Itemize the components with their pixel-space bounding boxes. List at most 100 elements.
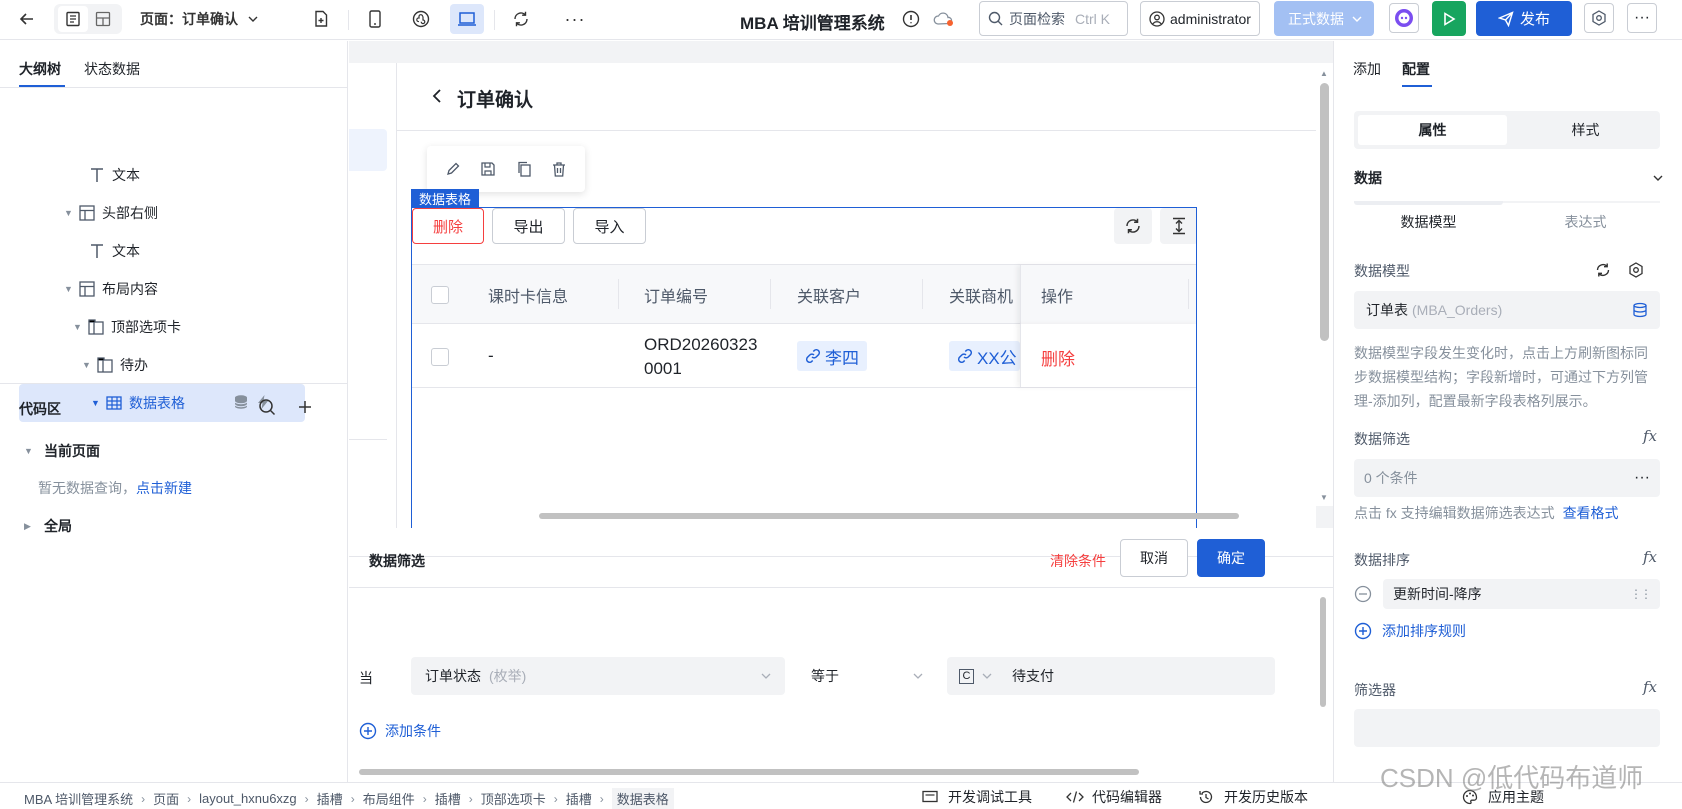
add-icon[interactable] (296, 398, 314, 416)
subtab-data-model[interactable]: 数据模型 (1354, 212, 1503, 232)
tree-item[interactable]: 文本 (88, 232, 140, 270)
user-menu[interactable]: administrator (1140, 1, 1260, 36)
delete-button[interactable]: 删除 (412, 208, 484, 244)
customer-link[interactable]: 李四 (797, 341, 867, 371)
filter-scrollbar[interactable] (1320, 597, 1326, 707)
column-header[interactable]: 关联客户 (797, 265, 861, 325)
fx-icon[interactable]: fx (1643, 678, 1657, 696)
settings-icon[interactable] (1584, 3, 1614, 33)
data-model-select[interactable]: 订单表 (MBA_Orders) (1354, 291, 1660, 329)
global-group[interactable]: ▶ 全局 (24, 516, 72, 536)
breadcrumb-item[interactable]: 页面 (153, 789, 179, 808)
export-button[interactable]: 导出 (492, 208, 565, 244)
tree-item[interactable]: ▼ 待办 (82, 346, 148, 384)
settings-icon[interactable] (1628, 262, 1644, 278)
delete-icon[interactable] (551, 161, 567, 177)
field-select[interactable]: 订单状态 (枚举) (411, 657, 785, 695)
current-page-group[interactable]: ▼ 当前页面 (24, 441, 100, 461)
code-editor-tool[interactable]: 代码编辑器 (1066, 787, 1162, 807)
tree-item[interactable]: ▼ 布局内容 (64, 270, 158, 308)
table-refresh-icon[interactable] (1114, 208, 1152, 244)
selector-input[interactable] (1354, 709, 1660, 747)
edit-icon[interactable] (445, 161, 461, 177)
breadcrumb-item[interactable]: 布局组件 (363, 789, 415, 808)
tab-state-data[interactable]: 状态数据 (84, 59, 140, 79)
breadcrumb-item[interactable]: 顶部选项卡 (481, 789, 546, 808)
data-filter-select[interactable]: 0 个条件 ··· (1354, 459, 1660, 497)
back-icon[interactable] (12, 4, 42, 34)
info-icon[interactable] (898, 4, 924, 34)
more-menu-icon[interactable]: ··· (1627, 3, 1657, 33)
breadcrumb-item[interactable]: 插槽 (566, 789, 592, 808)
operator-select[interactable]: 等于 (797, 657, 937, 695)
app-theme-tool[interactable]: 应用主题 (1462, 787, 1544, 807)
tab-config[interactable]: 配置 (1402, 59, 1430, 79)
tree-item[interactable]: ▼ 数据表格 (91, 384, 185, 422)
seg-style[interactable]: 样式 (1511, 115, 1660, 145)
row-delete-link[interactable]: 删除 (1041, 345, 1075, 370)
copy-icon[interactable] (516, 161, 532, 177)
publish-button[interactable]: 发布 (1476, 1, 1572, 36)
fx-icon[interactable]: fx (1643, 427, 1657, 445)
import-button[interactable]: 导入 (573, 208, 646, 244)
tree-item[interactable]: ▼ 顶部选项卡 (73, 308, 181, 346)
column-header[interactable]: 关联商机 (949, 265, 1013, 325)
mobile-view-icon[interactable] (360, 4, 390, 34)
data-table-component[interactable]: 删除 导出 导入 课时卡信息 订单编号 关联客户 关联商机 操作 - ORD20… (411, 207, 1197, 528)
breadcrumb-item[interactable]: layout_hxnu6xzg (199, 791, 297, 806)
opportunity-link[interactable]: XX公 (949, 341, 1020, 371)
dev-debug-tool[interactable]: 开发调试工具 (922, 787, 1032, 807)
sort-rule-item[interactable]: 更新时间-降序 ⋮⋮ (1383, 579, 1660, 609)
tree-item[interactable]: 文本 (88, 156, 140, 194)
seg-properties[interactable]: 属性 (1358, 115, 1507, 145)
create-query-link[interactable]: 点击新建 (136, 480, 192, 496)
breadcrumb-item[interactable]: MBA 培训管理系统 (24, 789, 133, 808)
confirm-button[interactable]: 确定 (1197, 539, 1265, 577)
row-height-icon[interactable] (1160, 208, 1196, 244)
minus-circle-icon[interactable] (1354, 585, 1372, 603)
new-page-icon[interactable] (306, 4, 336, 34)
select-all-checkbox[interactable] (431, 286, 449, 304)
refresh-icon[interactable] (506, 4, 536, 34)
refresh-icon[interactable] (1595, 262, 1611, 278)
breadcrumb-item[interactable]: 插槽 (435, 789, 461, 808)
database-icon[interactable] (233, 394, 249, 410)
more-icon[interactable]: ··· (1634, 469, 1650, 487)
desktop-view-icon[interactable] (450, 4, 484, 34)
chevron-down-icon[interactable] (982, 671, 992, 681)
horizontal-scrollbar[interactable] (539, 513, 1239, 519)
cloud-sync-icon[interactable] (930, 4, 958, 34)
cancel-button[interactable]: 取消 (1120, 539, 1188, 577)
breadcrumb-item[interactable]: 插槽 (317, 789, 343, 808)
value-input[interactable]: C 待支付 (947, 657, 1275, 695)
miniprogram-view-icon[interactable] (406, 4, 436, 34)
ai-assistant-icon[interactable] (1389, 3, 1419, 33)
more-icon[interactable]: ··· (560, 4, 590, 34)
fx-icon[interactable]: fx (1643, 548, 1657, 566)
clear-conditions-link[interactable]: 清除条件 (1050, 551, 1106, 571)
row-checkbox[interactable] (431, 348, 449, 366)
view-format-link[interactable]: 查看格式 (1563, 505, 1619, 521)
value-type-badge[interactable]: C (959, 668, 974, 684)
scrollbar-thumb[interactable] (1320, 83, 1329, 341)
back-icon[interactable] (431, 88, 443, 104)
drag-handle-icon[interactable]: ⋮⋮ (1630, 587, 1652, 601)
add-sort-rule-button[interactable]: 添加排序规则 (1354, 621, 1466, 641)
dev-history-tool[interactable]: 开发历史版本 (1198, 787, 1308, 807)
preview-button[interactable] (1432, 1, 1466, 36)
save-icon[interactable] (480, 161, 496, 177)
filter-horizontal-scrollbar[interactable] (359, 769, 1139, 775)
column-header[interactable]: 课时卡信息 (488, 265, 568, 325)
layout-view-icon[interactable] (88, 6, 118, 32)
add-condition-button[interactable]: 添加条件 (359, 721, 441, 741)
column-header[interactable]: 订单编号 (644, 265, 708, 325)
env-selector[interactable]: 正式数据 (1274, 1, 1374, 36)
page-selector[interactable]: 页面：订单确认 (140, 4, 280, 34)
column-header[interactable]: 操作 (1041, 265, 1073, 325)
outline-view-icon[interactable] (58, 6, 88, 32)
table-row[interactable]: - ORD20260323 0001 李四 XX公 删除 (412, 324, 1196, 388)
tab-outline-tree[interactable]: 大纲树 (19, 59, 61, 79)
page-search-input[interactable]: 页面检索 Ctrl K (979, 1, 1128, 36)
breadcrumb-item[interactable]: 数据表格 (611, 788, 674, 809)
search-icon[interactable] (258, 398, 276, 416)
